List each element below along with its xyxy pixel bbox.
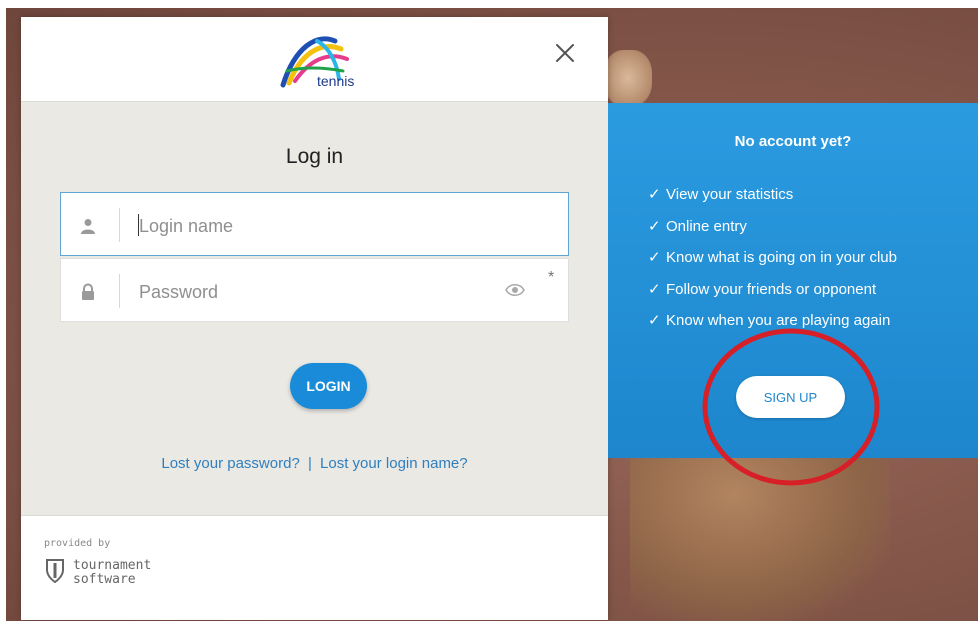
provider-name-line1: tournament: [73, 558, 152, 573]
field-separator: [119, 274, 120, 308]
dialog-footer: provided by tournament software: [21, 515, 608, 620]
list-item: ✓ Follow your friends or opponent: [648, 278, 897, 310]
provided-by-label: provided by: [44, 538, 111, 549]
required-marker: *: [548, 269, 555, 286]
list-item: ✓ Online entry: [648, 215, 897, 247]
lock-icon: [82, 283, 94, 300]
provider-name-line2: software: [73, 572, 136, 587]
background-hand: [604, 50, 652, 106]
list-item: ✓ Know what is going on in your club: [648, 246, 897, 278]
check-icon: ✓: [648, 312, 661, 329]
password-field[interactable]: *: [60, 258, 569, 322]
eye-icon[interactable]: [505, 283, 525, 297]
recovery-links: Lost your password? | Lost your login na…: [21, 455, 608, 472]
shield-icon: [46, 559, 64, 584]
check-icon: ✓: [648, 217, 661, 235]
signup-title: No account yet?: [734, 133, 852, 150]
field-separator: [119, 208, 120, 242]
list-item: ✓ View your statistics: [648, 183, 897, 215]
close-icon[interactable]: [553, 41, 577, 65]
signup-panel: No account yet? ✓ View your statistics ✓ O…: [608, 103, 978, 458]
lost-password-link[interactable]: Lost your password?: [161, 455, 299, 472]
benefits-list: ✓ View your statistics ✓ Online entry ✓ Kno…: [648, 183, 897, 341]
login-name-field[interactable]: [60, 192, 569, 256]
text-caret: [138, 214, 139, 236]
logo-text: tennis: [317, 73, 355, 89]
list-item: ✓ Know when you are playing again: [648, 309, 897, 341]
dialog-header: tennis: [21, 17, 608, 102]
check-icon: ✓: [648, 249, 661, 266]
login-title: Log in: [285, 145, 344, 168]
login-name-input[interactable]: [137, 207, 521, 245]
check-icon: ✓: [648, 186, 661, 203]
background-player: [630, 440, 890, 621]
login-dialog: tennis Log in * LOGIN Lost your password…: [21, 17, 608, 620]
lost-login-name-link[interactable]: Lost your login name?: [320, 455, 468, 472]
link-separator: |: [307, 455, 312, 472]
check-icon: ✓: [648, 280, 661, 298]
login-button[interactable]: LOGIN: [290, 363, 367, 409]
password-input[interactable]: [137, 273, 521, 311]
sign-up-button[interactable]: SIGN UP: [736, 376, 845, 418]
user-icon: [81, 219, 95, 234]
